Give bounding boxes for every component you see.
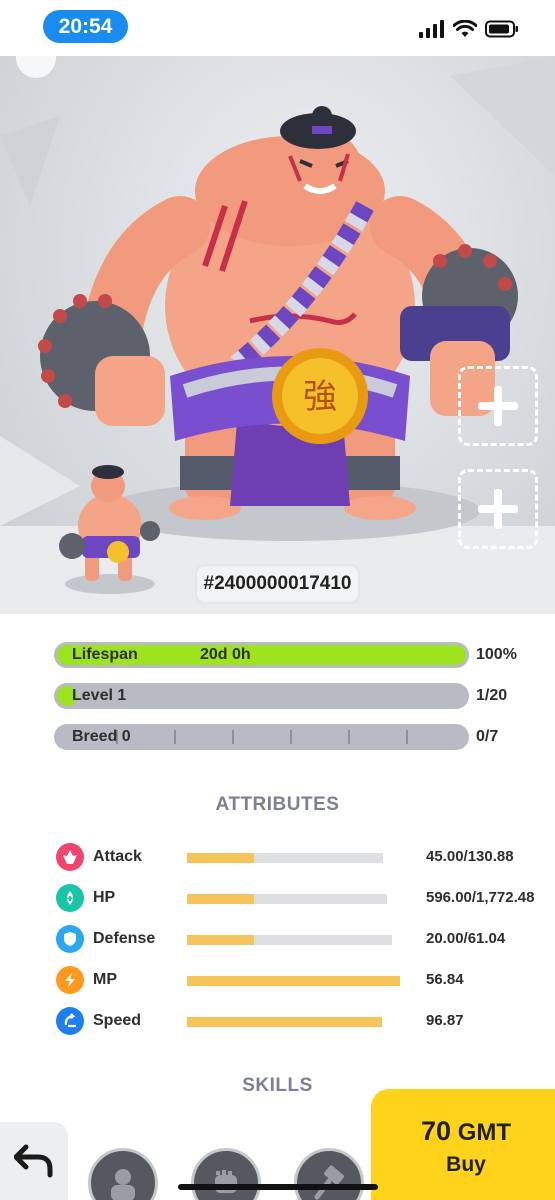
attribute-name: MP bbox=[93, 971, 117, 988]
attribute-value: 45.00/130.88 bbox=[426, 848, 514, 865]
fist-skill-icon bbox=[215, 1170, 237, 1193]
breed-tick bbox=[174, 730, 176, 744]
attribute-hp: HP 596.00/1,772.48 bbox=[56, 884, 546, 914]
attribute-name: Speed bbox=[93, 1012, 142, 1029]
attribute-fill bbox=[187, 894, 254, 904]
attribute-value: 56.84 bbox=[426, 971, 464, 988]
buy-amount: 70 bbox=[420, 1116, 452, 1146]
status-icons bbox=[419, 20, 519, 38]
skill-slot-1[interactable] bbox=[88, 1148, 158, 1200]
attribute-name: Defense bbox=[93, 930, 156, 947]
status-bar: 20:54 bbox=[0, 0, 555, 56]
attribute-fill bbox=[187, 935, 254, 945]
back-button[interactable] bbox=[0, 1122, 68, 1200]
lifespan-bar: Lifespan 20d 0h 100% bbox=[54, 642, 554, 670]
token-id-badge[interactable]: #2400000017410 bbox=[195, 564, 360, 604]
attribute-speed: Speed 96.87 bbox=[56, 1007, 546, 1037]
attack-icon bbox=[56, 843, 84, 871]
status-time: 20:54 bbox=[43, 10, 128, 43]
attribute-mp: MP 56.84 bbox=[56, 966, 546, 996]
battery-icon bbox=[485, 20, 518, 38]
attribute-track bbox=[187, 853, 383, 863]
skill-slot-3[interactable] bbox=[294, 1148, 364, 1200]
breed-bar: Breed 0 0/7 bbox=[54, 724, 554, 752]
breed-label: Breed 0 bbox=[72, 728, 131, 745]
add-slot-button-1[interactable] bbox=[458, 366, 538, 446]
attribute-track bbox=[187, 894, 387, 904]
buy-button[interactable]: 70 GMT Buy bbox=[371, 1089, 555, 1200]
level-bar: Level 1 1/20 bbox=[54, 683, 554, 711]
breed-tick bbox=[232, 730, 234, 744]
breed-tick bbox=[290, 730, 292, 744]
attribute-value: 20.00/61.04 bbox=[426, 930, 506, 947]
hp-icon bbox=[56, 884, 84, 912]
attribute-name: HP bbox=[93, 889, 116, 906]
attribute-value: 96.87 bbox=[426, 1012, 464, 1029]
add-slot-button-2[interactable] bbox=[458, 469, 538, 549]
defense-icon bbox=[56, 925, 84, 953]
buy-currency: GMT bbox=[457, 1119, 512, 1146]
lifespan-percent: 100% bbox=[476, 646, 517, 663]
character-showcase: 強 #2400000017410 bbox=[0, 56, 555, 614]
buy-price: 70 GMT bbox=[421, 1116, 511, 1147]
attribute-fill bbox=[187, 1017, 382, 1027]
breed-tick bbox=[406, 730, 408, 744]
attribute-value: 596.00/1,772.48 bbox=[426, 889, 535, 906]
speed-icon bbox=[56, 1007, 84, 1035]
fighter-skill-icon bbox=[111, 1169, 135, 1200]
attributes-heading: ATTRIBUTES bbox=[215, 794, 340, 815]
attribute-track bbox=[187, 976, 400, 986]
attribute-track bbox=[187, 935, 392, 945]
back-arrow-icon bbox=[14, 1144, 53, 1178]
stats-bars: Lifespan 20d 0h 100% Level 1 1/20 Breed … bbox=[0, 614, 555, 764]
attribute-fill bbox=[187, 976, 400, 986]
attribute-defense: Defense 20.00/61.04 bbox=[56, 925, 546, 955]
breed-progress: 0/7 bbox=[476, 728, 499, 745]
wifi-icon bbox=[453, 20, 477, 37]
hammer-skill-icon bbox=[314, 1165, 344, 1200]
attribute-name: Attack bbox=[93, 848, 142, 865]
home-indicator[interactable] bbox=[178, 1184, 378, 1190]
mp-icon bbox=[56, 966, 84, 994]
attribute-track bbox=[187, 1017, 382, 1027]
attribute-attack: Attack 45.00/130.88 bbox=[56, 843, 546, 873]
plus-icon-vertical bbox=[494, 489, 502, 529]
attribute-fill bbox=[187, 853, 254, 863]
plus-icon-vertical bbox=[494, 386, 502, 426]
lifespan-remaining: 20d 0h bbox=[200, 646, 251, 663]
lifespan-label: Lifespan bbox=[72, 646, 138, 663]
skill-slot-2[interactable] bbox=[191, 1148, 261, 1200]
buy-label: Buy bbox=[446, 1153, 486, 1176]
svg-text:強: 強 bbox=[303, 377, 337, 417]
level-progress: 1/20 bbox=[476, 687, 508, 704]
level-label: Level 1 bbox=[72, 687, 127, 704]
signal-icon bbox=[419, 20, 444, 38]
breed-tick bbox=[348, 730, 350, 744]
